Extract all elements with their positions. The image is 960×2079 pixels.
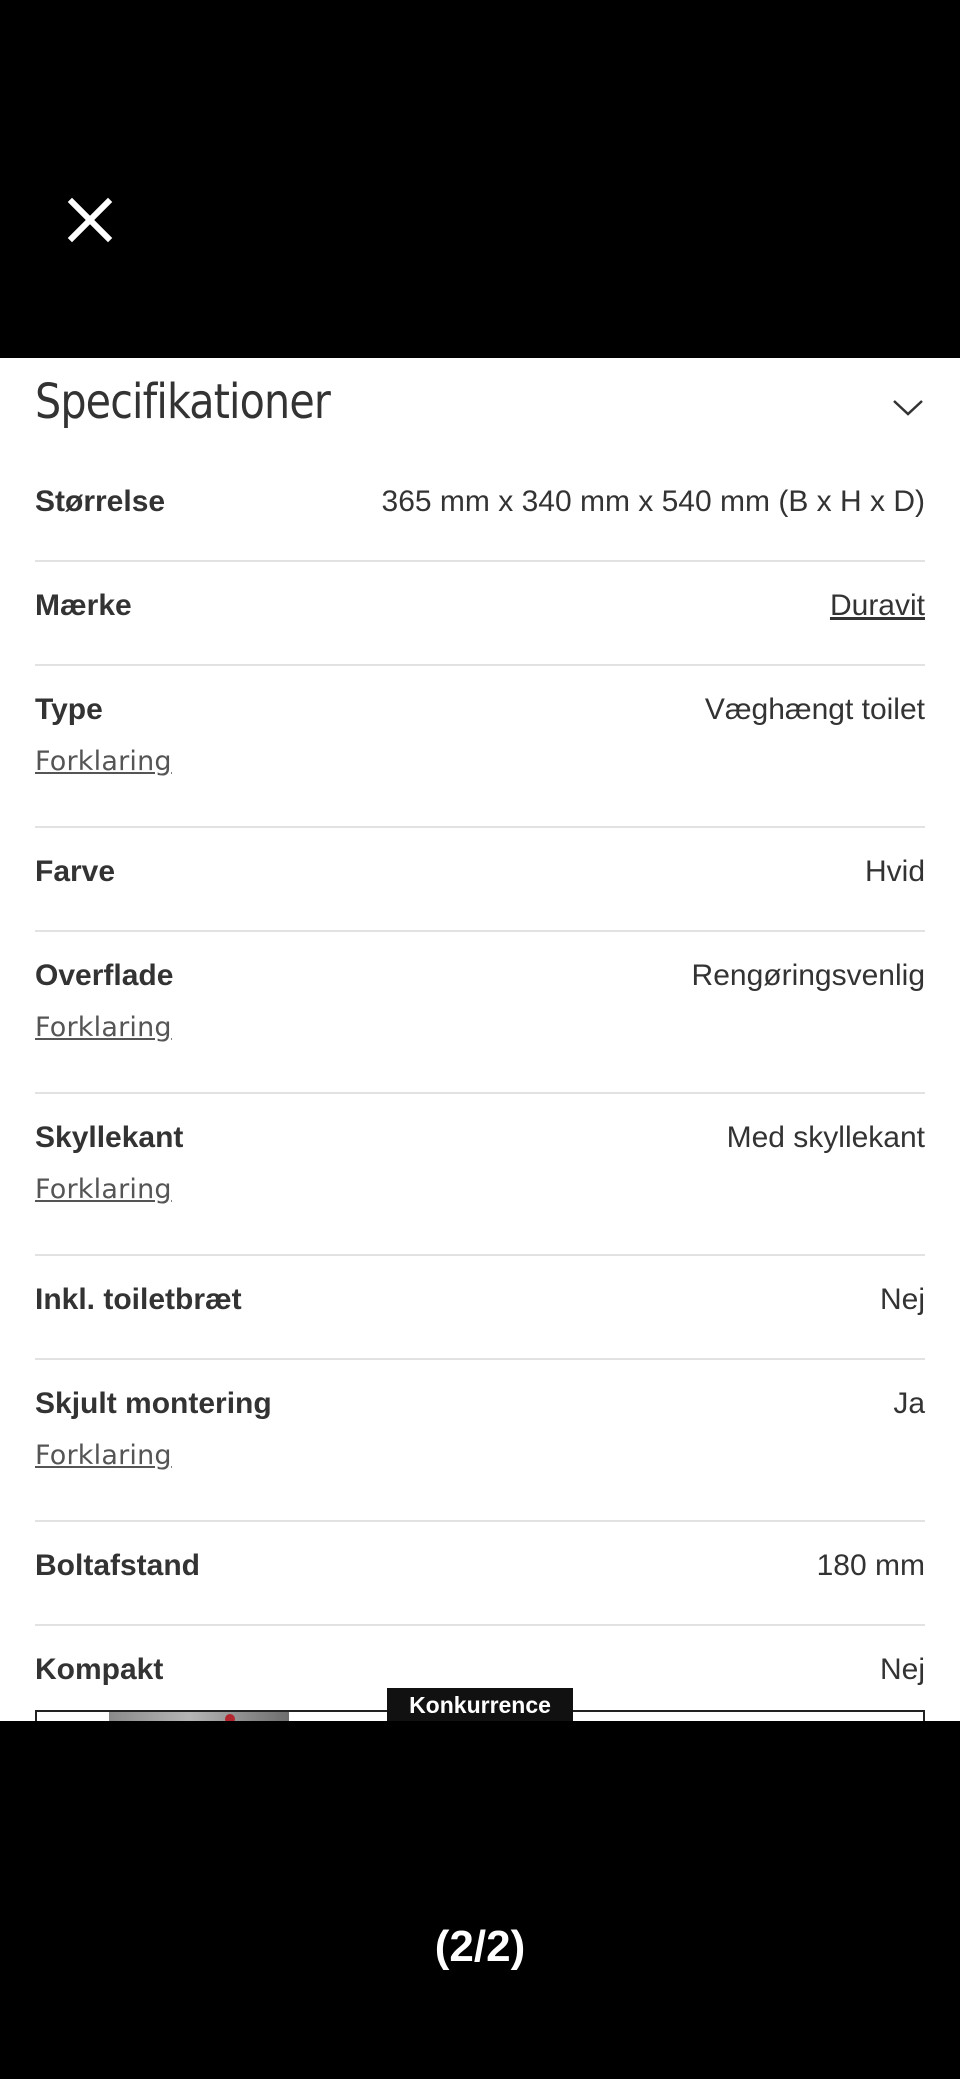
spec-list: Størrelse 365 mm x 340 mm x 540 mm (B x … [35,458,925,1721]
image-viewer: Specifikationer Størrelse 365 mm x 340 m… [0,0,960,2079]
spec-value: Nej [879,1653,925,1686]
spec-row-type: Type Væghængt toilet Forklaring [35,666,925,828]
ad-image-detail [225,1714,235,1721]
spec-label: Inkl. toiletbræt [35,1283,242,1316]
spec-row-color: Farve Hvid [35,828,925,932]
explain-link[interactable]: Forklaring [35,746,172,777]
spec-label: Boltafstand [35,1549,200,1582]
ad-badge[interactable]: Konkurrence [387,1688,573,1721]
spec-row-flush-rim: Skyllekant Med skyllekant Forklaring [35,1094,925,1256]
spec-row-surface: Overflade Rengøringsvenlig Forklaring [35,932,925,1094]
spec-value: 365 mm x 340 mm x 540 mm (B x H x D) [381,485,925,518]
spec-row-concealed-mounting: Skjult montering Ja Forklaring [35,1360,925,1522]
spec-value: 180 mm [816,1549,925,1582]
spec-value: Nej [879,1283,925,1316]
close-button[interactable] [64,194,116,246]
spec-row-size: Størrelse 365 mm x 340 mm x 540 mm (B x … [35,458,925,562]
spec-label: Kompakt [35,1653,164,1686]
explain-link[interactable]: Forklaring [35,1174,172,1205]
close-icon [67,197,113,243]
brand-link[interactable]: Duravit [830,589,925,623]
explain-link[interactable]: Forklaring [35,1012,172,1043]
spec-value: Med skyllekant [726,1121,925,1154]
specifications-header[interactable]: Specifikationer [35,358,925,458]
spec-label: Farve [35,855,116,888]
page-indicator: (2/2) [434,1922,526,1971]
section-title: Specifikationer [35,374,331,430]
spec-value: Hvid [864,855,925,888]
screenshot-image: Specifikationer Størrelse 365 mm x 340 m… [0,358,960,1721]
spec-value: Rengøringsvenlig [691,959,925,992]
ad-image [109,1712,289,1721]
spec-label: Mærke [35,589,132,622]
spec-value: Ja [893,1387,925,1420]
spec-row-seat-included: Inkl. toiletbræt Nej [35,1256,925,1360]
spec-value: Væghængt toilet [704,693,925,726]
chevron-down-icon[interactable] [891,394,925,420]
explain-link[interactable]: Forklaring [35,1440,172,1471]
spec-label: Skjult montering [35,1387,272,1420]
spec-row-brand: Mærke Duravit [35,562,925,666]
spec-row-bolt-distance: Boltafstand 180 mm [35,1522,925,1626]
